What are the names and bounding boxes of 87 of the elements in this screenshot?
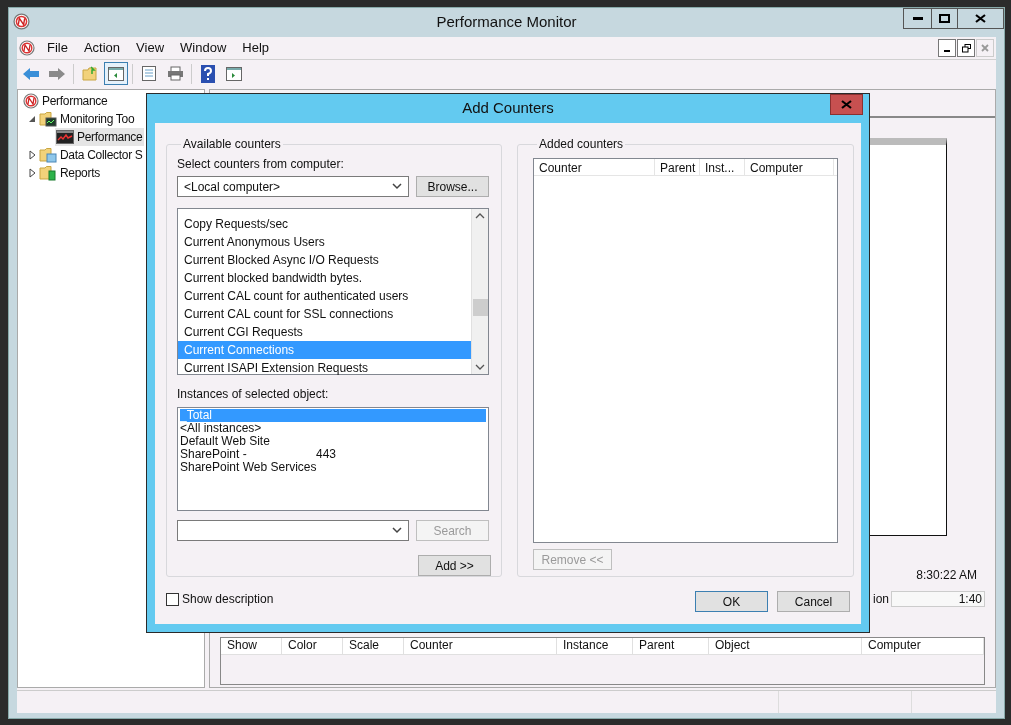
monitor-chart-icon xyxy=(56,130,74,144)
counter-list-item[interactable]: Current ISAPI Extension Requests xyxy=(178,359,471,377)
column-header[interactable]: Show xyxy=(221,638,282,655)
column-header[interactable]: Counter xyxy=(534,159,655,176)
back-arrow-icon xyxy=(22,66,40,81)
collapsed-arrow-icon[interactable] xyxy=(26,167,38,179)
column-header[interactable]: Object xyxy=(709,638,862,655)
minimize-icon xyxy=(944,50,950,52)
panel-icon xyxy=(226,66,242,81)
instance-list-item[interactable]: SharePoint - 443 xyxy=(180,448,486,461)
column-header[interactable]: Counter xyxy=(404,638,557,655)
counter-list-item[interactable]: Current CAL count for SSL connections xyxy=(178,305,471,323)
printer-icon xyxy=(166,66,184,81)
scroll-down-icon[interactable] xyxy=(475,364,485,371)
menu-item[interactable]: Action xyxy=(75,38,129,58)
tree-item[interactable]: Performance xyxy=(55,128,145,146)
tree-item[interactable]: Monitoring Too xyxy=(38,110,137,128)
help-icon xyxy=(201,64,215,83)
folder-icon xyxy=(39,147,57,163)
add-button[interactable]: Add >> xyxy=(418,555,491,576)
column-header[interactable]: Color xyxy=(282,638,343,655)
counter-list-item[interactable]: Copy Requests/sec xyxy=(178,215,471,233)
close-icon xyxy=(841,100,852,109)
instance-list-item[interactable]: Default Web Site xyxy=(180,435,486,448)
column-header[interactable]: Computer xyxy=(745,159,834,176)
counter-list-item[interactable]: Current CAL count for authenticated users xyxy=(178,287,471,305)
show-description-checkbox[interactable] xyxy=(166,592,179,606)
restore-button[interactable] xyxy=(957,39,975,57)
folder-icon xyxy=(39,165,57,181)
column-header[interactable]: Instance xyxy=(557,638,633,655)
ok-button[interactable]: OK xyxy=(695,591,768,612)
folder-icon xyxy=(82,66,98,81)
checkbox-label: Show description xyxy=(182,591,274,608)
counter-list-item[interactable]: Current Blocked Async I/O Requests xyxy=(178,251,471,269)
minimize-icon xyxy=(912,17,923,20)
counter-list-item[interactable]: Current blocked bandwidth bytes. xyxy=(178,269,471,287)
menu-item[interactable]: Window xyxy=(172,38,235,58)
maximize-icon xyxy=(939,14,950,23)
window-title: Performance Monitor xyxy=(436,12,577,33)
folder-icon xyxy=(39,111,57,127)
instance-search-dropdown[interactable] xyxy=(177,520,409,541)
column-header[interactable]: Parent xyxy=(655,159,700,176)
minimize-button[interactable] xyxy=(938,39,956,57)
duration-label: ion xyxy=(873,591,889,608)
menu-item[interactable]: File xyxy=(39,38,76,58)
console-tree-button[interactable] xyxy=(104,62,128,85)
close-icon xyxy=(975,14,986,23)
close-button[interactable] xyxy=(958,8,1004,29)
instance-list-item[interactable]: <All instances> xyxy=(180,422,486,435)
scroll-up-icon[interactable] xyxy=(475,212,485,219)
column-header[interactable]: Scale xyxy=(343,638,404,655)
tree-item[interactable]: Data Collector S xyxy=(38,146,145,164)
browse-button[interactable]: Browse... xyxy=(416,176,489,197)
minimize-button[interactable] xyxy=(903,8,932,29)
group-label: Added counters xyxy=(538,136,625,153)
restore-icon xyxy=(961,43,971,53)
counter-list[interactable] xyxy=(177,208,489,375)
close-icon xyxy=(981,44,989,52)
app-icon xyxy=(13,13,30,30)
collapsed-arrow-icon[interactable] xyxy=(26,149,38,161)
group-label: Available counters xyxy=(182,136,282,153)
graph-time: 8:30:22 AM xyxy=(916,567,977,584)
field-label: Select counters from computer: xyxy=(177,156,345,173)
counter-list-item[interactable]: Current Anonymous Users xyxy=(178,233,471,251)
dialog-title: Add Counters xyxy=(462,98,554,119)
menu-item[interactable]: Help xyxy=(234,38,278,58)
scrollbar-thumb[interactable] xyxy=(472,299,488,316)
panel-icon xyxy=(108,66,124,81)
forward-arrow-icon xyxy=(48,66,66,81)
tree-item[interactable]: Performance xyxy=(22,92,110,110)
field-label: Instances of selected object: xyxy=(177,386,330,403)
column-header[interactable]: Inst... xyxy=(700,159,745,176)
tree-item[interactable]: Reports xyxy=(38,164,102,182)
instance-list-item[interactable]: SharePoint Web Services xyxy=(180,461,486,474)
list-icon xyxy=(142,66,156,81)
column-header[interactable]: Parent xyxy=(633,638,709,655)
maximize-button[interactable] xyxy=(932,8,958,29)
column-header[interactable]: Computer xyxy=(862,638,984,655)
computer-dropdown[interactable]: <Local computer> xyxy=(177,176,409,197)
duration-field: 1:40 xyxy=(891,591,985,607)
menu-item[interactable]: View xyxy=(128,38,173,58)
instance-list[interactable]: _Total <All instances> Default Web Site SharePoint - 443 SharePoint Web Services xyxy=(177,407,489,511)
counter-list-item[interactable]: Current CGI Requests xyxy=(178,323,471,341)
app-icon xyxy=(19,40,35,56)
scrollbar[interactable] xyxy=(471,209,488,374)
cancel-button[interactable]: Cancel xyxy=(777,591,850,612)
app-icon xyxy=(23,93,39,109)
